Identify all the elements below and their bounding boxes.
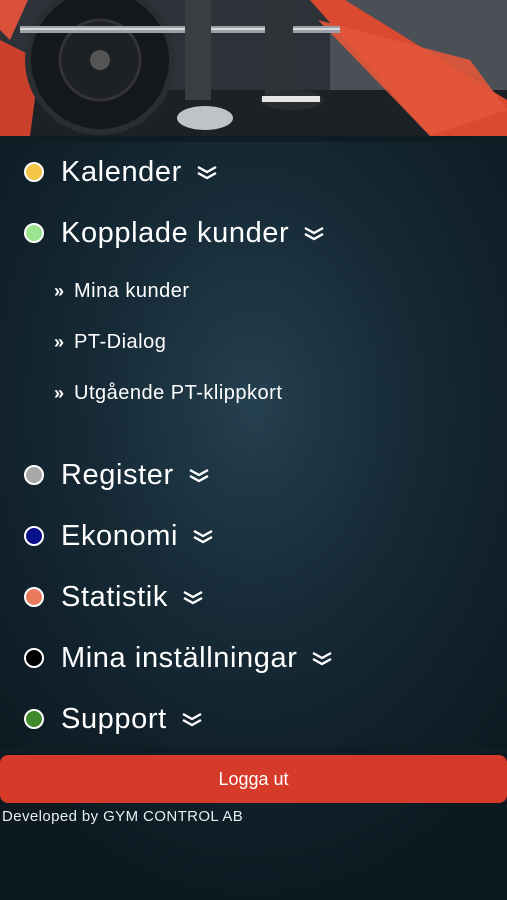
status-dot-icon [24,709,44,729]
menu-item-statistik[interactable]: Statistik [24,577,204,617]
chevron-double-down-icon [304,226,324,241]
submenu-item-label: Utgående PT-klippkort [74,381,283,404]
chevron-double-down-icon [197,165,217,180]
chevron-double-down-icon [193,529,213,544]
status-dot-icon [24,223,44,243]
chevron-double-down-icon [189,468,209,483]
menu-item-label: Kalender [61,155,182,188]
menu-item-label: Kopplade kunder [61,216,290,249]
menu-item-label: Mina inställningar [61,641,298,674]
chevron-double-down-icon [312,651,333,666]
menu-item-label: Ekonomi [61,519,179,552]
status-dot-icon [24,526,44,546]
status-dot-icon [24,465,44,485]
submenu-item-label: PT-Dialog [74,330,167,353]
menu-item-kalender[interactable]: Kalender [24,152,218,192]
menu-divider [0,747,507,753]
bullet-icon: » [54,331,65,352]
menu-item-label: Support [61,702,167,735]
header-image [0,0,507,136]
menu-item-label: Register [61,458,174,491]
bullet-icon: » [54,280,65,301]
submenu-item-label: Mina kunder [74,279,190,302]
logout-button[interactable]: Logga ut [0,755,507,803]
menu-item-mina-installningar[interactable]: Mina inställningar [24,638,333,678]
header-divider [0,136,507,142]
menu-item-register[interactable]: Register [24,455,210,495]
gym-photo-illustration [0,0,507,136]
chevron-double-down-icon [183,590,203,605]
footer-credit: Developed by GYM CONTROL AB [2,808,244,825]
status-dot-icon [24,587,44,607]
submenu-item-mina-kunder[interactable]: » Mina kunder [54,277,190,305]
status-dot-icon [24,648,44,668]
menu-item-label: Statistik [61,580,168,613]
chevron-double-down-icon [182,712,202,727]
submenu-item-pt-klippkort[interactable]: » Utgående PT-klippkort [54,379,282,407]
submenu-item-pt-dialog[interactable]: » PT-Dialog [54,328,166,356]
menu-item-ekonomi[interactable]: Ekonomi [24,516,214,556]
bullet-icon: » [54,382,65,403]
status-dot-icon [24,162,44,182]
menu-item-support[interactable]: Support [24,699,203,739]
menu-item-kopplade-kunder[interactable]: Kopplade kunder [24,213,325,253]
